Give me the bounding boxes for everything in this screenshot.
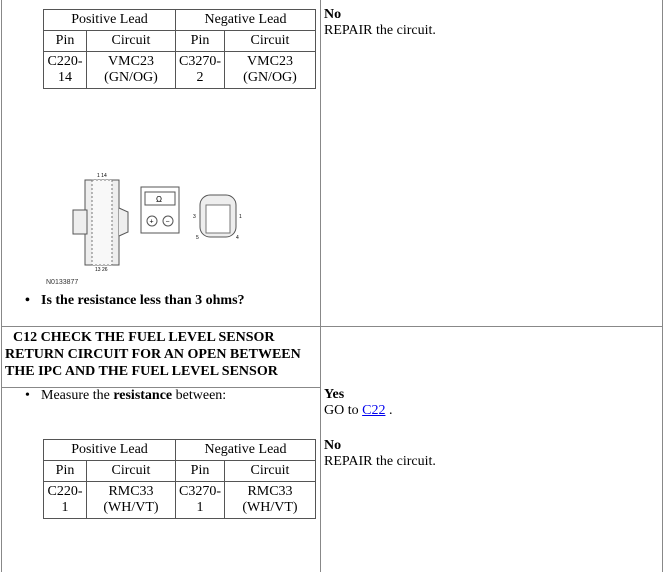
header-negative: Negative Lead [175, 439, 316, 461]
connector-diagram: 1 14 13 26 Ω + − 3 1 5 4 [72, 173, 242, 273]
step-title: C12 CHECK THE FUEL LEVEL SENSOR RETURN C… [5, 330, 301, 379]
instruction-bold: resistance [113, 388, 173, 403]
instruction-text: between: [172, 388, 227, 403]
cell: C220-14 [43, 51, 87, 89]
header-negative: Negative Lead [175, 9, 316, 31]
border-right [662, 0, 663, 572]
yes-text: . [385, 403, 393, 418]
pin-label: 4 [236, 235, 239, 241]
no-action: REPAIR the circuit. [324, 23, 436, 38]
pin-label: 13 26 [95, 267, 108, 273]
header-positive: Positive Lead [43, 439, 176, 461]
yes-label: Yes [324, 387, 345, 402]
cell: C3270-1 [175, 481, 225, 519]
yes-action: GO to C22 . [324, 403, 392, 419]
minus-terminal: − [166, 219, 170, 226]
no-label: No [324, 438, 342, 453]
no-label: No [324, 7, 342, 22]
yes-text: GO to [324, 403, 363, 418]
ohm-symbol: Ω [156, 195, 162, 204]
yes-result: Yes GO to C22 . [324, 387, 392, 419]
question: Is the resistance less than 3 ohms? [25, 293, 244, 309]
cell: C220-1 [43, 481, 87, 519]
border-mid [320, 0, 321, 572]
pin-label: 1 [239, 214, 242, 220]
subheader: Pin [43, 30, 87, 52]
subheader: Pin [175, 460, 225, 482]
no-action: REPAIR the circuit. [324, 454, 436, 469]
subheader: Circuit [224, 30, 316, 52]
no-result: No REPAIR the circuit. [324, 7, 436, 39]
border-left [1, 0, 2, 572]
pin-table: Positive Lead Negative Lead Pin Circuit Pin… [43, 9, 316, 89]
figure-id: N0133877 [46, 279, 79, 286]
pin-label: 3 [193, 214, 196, 220]
plus-terminal: + [150, 219, 154, 226]
no-result: No REPAIR the circuit. [324, 438, 436, 470]
pin-table: Positive Lead Negative Lead Pin Circuit Pin… [43, 439, 316, 519]
pin-label: 5 [196, 235, 199, 241]
cell: VMC23 (GN/OG) [86, 51, 176, 89]
subheader: Circuit [224, 460, 316, 482]
header-positive: Positive Lead [43, 9, 176, 31]
cell: RMC33 (WH/VT) [86, 481, 176, 519]
subheader: Circuit [86, 30, 176, 52]
goto-c22-link[interactable]: C22 [362, 403, 385, 418]
subheader: Pin [175, 30, 225, 52]
cell: C3270-2 [175, 51, 225, 89]
cell: VMC23 (GN/OG) [224, 51, 316, 89]
instruction-text: Measure the [41, 388, 114, 403]
pin-label: 1 14 [97, 173, 107, 179]
row-divider [1, 326, 663, 327]
cell: RMC33 (WH/VT) [224, 481, 316, 519]
subheader: Circuit [86, 460, 176, 482]
instruction: Measure the resistance between: [25, 388, 227, 404]
subheader: Pin [43, 460, 87, 482]
